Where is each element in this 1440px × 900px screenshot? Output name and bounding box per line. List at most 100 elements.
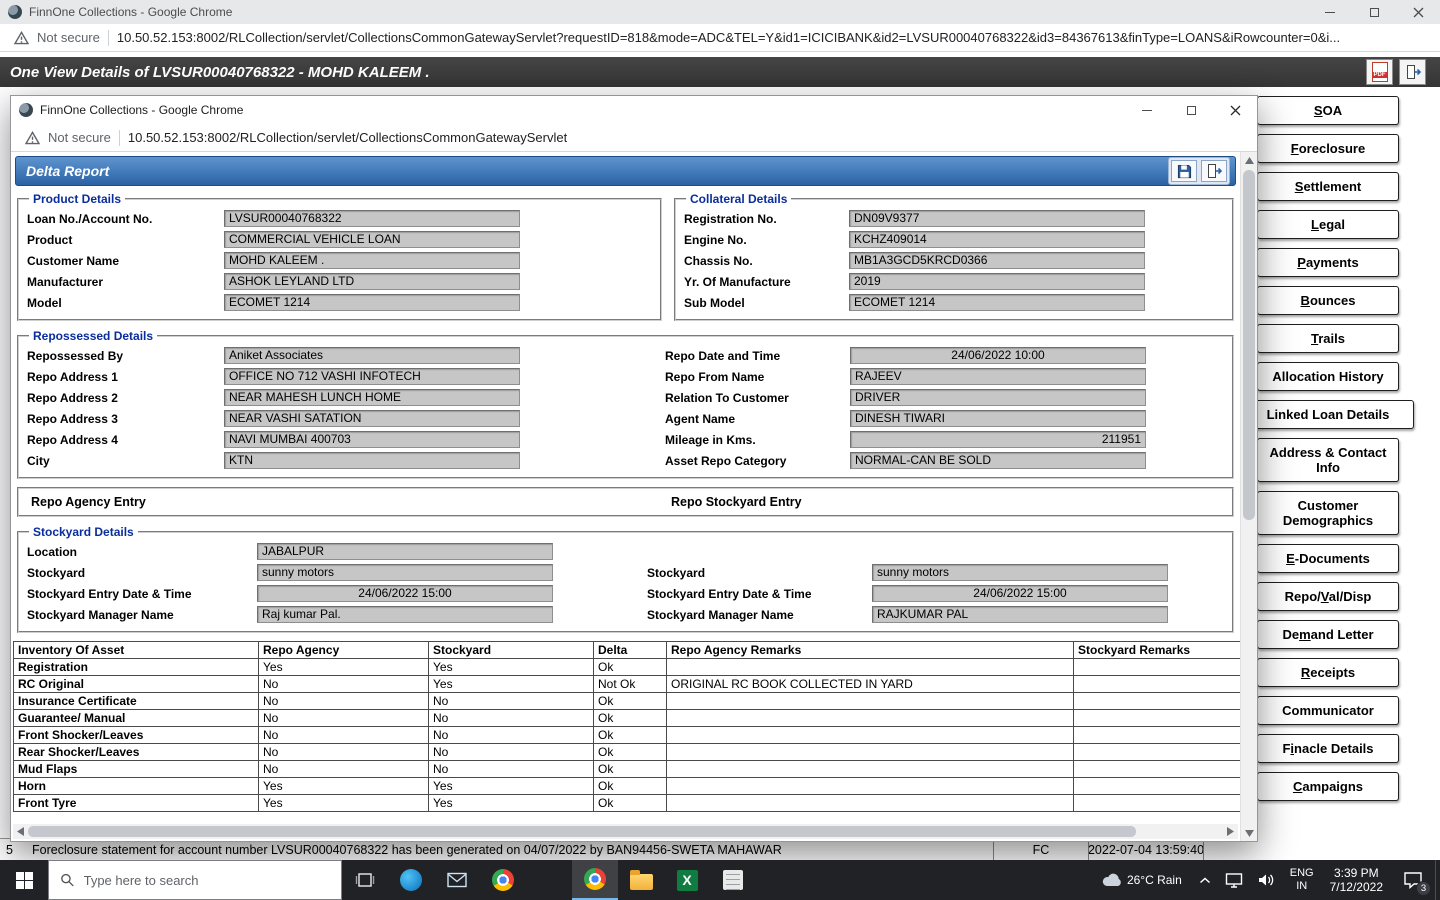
field-input: KCHZ409014: [849, 231, 1145, 248]
chrome-browser-button[interactable]: [480, 860, 526, 900]
edge-browser-button[interactable]: [388, 860, 434, 900]
side-button-menu: SOA Foreclosure Settlement Legal Payments Bou…: [1252, 96, 1404, 801]
field-row-sub-model: Sub ModelECOMET 1214: [684, 292, 1224, 313]
field-row-repo-address-2: Repo Address 2NEAR MAHESH LUNCH HOME: [27, 387, 665, 408]
side-button-e-documents[interactable]: E-Documents: [1257, 544, 1399, 573]
side-button-demand-letter[interactable]: Demand Letter: [1257, 620, 1399, 649]
volume-button[interactable]: [1250, 860, 1282, 900]
finnone-favicon-icon: [19, 103, 33, 117]
popup-window-controls: [1125, 96, 1257, 124]
vertical-scroll-thumb[interactable]: [1243, 170, 1255, 520]
side-button-allocation-history[interactable]: Allocation History: [1257, 362, 1399, 391]
side-button-foreclosure[interactable]: Foreclosure: [1257, 134, 1399, 163]
side-button-bounces[interactable]: Bounces: [1257, 286, 1399, 315]
weather-widget[interactable]: 26°C Rain: [1091, 860, 1192, 900]
stockyard-columns: LocationJABALPURStockyardsunny motorsSto…: [27, 541, 1224, 625]
close-button[interactable]: [1396, 0, 1440, 24]
scroll-right-arrow-icon[interactable]: [1223, 824, 1238, 839]
main-url-text: 10.50.52.153:8002/RLCollection/servlet/C…: [117, 30, 1340, 45]
side-button-address-contact-info[interactable]: Address & Contact Info: [1257, 438, 1399, 482]
field-input: DN09V9377: [849, 210, 1145, 227]
inventory-cell: Ok: [594, 778, 667, 795]
field-row-repo-from-name: Repo From NameRAJEEV: [665, 366, 1224, 387]
field-row-repossessed-by: Repossessed ByAniket Associates: [27, 345, 665, 366]
main-addressbar[interactable]: Not secure 10.50.52.153:8002/RLCollectio…: [0, 24, 1440, 52]
language-indicator[interactable]: ENG IN: [1282, 860, 1322, 900]
inventory-cell: No: [259, 710, 429, 727]
pdf-export-button[interactable]: [1366, 59, 1393, 85]
clock[interactable]: 3:39 PM 7/12/2022: [1322, 860, 1391, 900]
inventory-cell: Ok: [594, 693, 667, 710]
side-button-legal[interactable]: Legal: [1257, 210, 1399, 239]
minimize-icon: [1325, 12, 1335, 13]
start-button[interactable]: [0, 860, 48, 900]
side-button-campaigns[interactable]: Campaigns: [1257, 772, 1399, 801]
repossessed-left-rows: Repossessed ByAniket Associates Repo Addr…: [27, 345, 665, 471]
report-title: Delta Report: [26, 163, 109, 179]
scroll-down-arrow-icon[interactable]: [1241, 825, 1257, 841]
scroll-left-arrow-icon[interactable]: [13, 824, 28, 839]
maximize-button[interactable]: [1352, 0, 1396, 24]
network-status-button[interactable]: [1218, 860, 1250, 900]
side-button-trails[interactable]: Trails: [1257, 324, 1399, 353]
side-button-repo-val-disp[interactable]: Repo/Val/Disp: [1257, 582, 1399, 611]
search-input[interactable]: [84, 873, 330, 888]
exit-page-button[interactable]: [1399, 59, 1426, 85]
minimize-button[interactable]: [1308, 0, 1352, 24]
side-button-customer-demographics[interactable]: Customer Demographics: [1257, 491, 1399, 535]
side-button-receipts[interactable]: Receipts: [1257, 658, 1399, 687]
inventory-cell: Ok: [594, 761, 667, 778]
side-button-settlement[interactable]: Settlement: [1257, 172, 1399, 201]
side-button-finacle-details[interactable]: Finacle Details: [1257, 734, 1399, 763]
chrome-browser-active-button[interactable]: [572, 860, 618, 900]
field-input: 24/06/2022 10:00: [850, 347, 1146, 364]
popup-maximize-button[interactable]: [1169, 96, 1213, 124]
field-row-product: ProductCOMMERCIAL VEHICLE LOAN: [27, 229, 652, 250]
exit-report-button[interactable]: [1201, 160, 1227, 182]
side-button-soa[interactable]: SOA: [1257, 96, 1399, 125]
field-label: Repo Address 1: [27, 370, 224, 384]
hidden-icons-button[interactable]: [1192, 860, 1218, 900]
popup-close-button[interactable]: [1213, 96, 1257, 124]
popup-minimize-button[interactable]: [1125, 96, 1169, 124]
field-label: Repo Address 4: [27, 433, 224, 447]
field-input: NORMAL-CAN BE SOLD: [850, 452, 1146, 469]
field-label: Stockyard Manager Name: [647, 608, 872, 622]
field-label: Repo Address 2: [27, 391, 224, 405]
field-row-repo-address-3: Repo Address 3NEAR VASHI SATATION: [27, 408, 665, 429]
save-button[interactable]: [1171, 160, 1197, 182]
collateral-details-fieldset: Collateral Details Registration No.DN09V…: [674, 192, 1234, 321]
field-label: Customer Name: [27, 254, 224, 268]
excel-button[interactable]: [664, 860, 710, 900]
show-desktop-button[interactable]: [1435, 860, 1440, 900]
side-button-linked-loan-details[interactable]: Linked Loan Details: [1242, 400, 1414, 429]
notes-app-button[interactable]: [710, 860, 756, 900]
chevron-up-icon: [1199, 876, 1211, 884]
vertical-scrollbar[interactable]: [1240, 152, 1257, 841]
horizontal-scroll-thumb[interactable]: [28, 826, 1136, 837]
field-label: Asset Repo Category: [665, 454, 850, 468]
inventory-cell: Ok: [594, 710, 667, 727]
side-button-communicator[interactable]: Communicator: [1257, 696, 1399, 725]
inventory-cell: [1074, 744, 1241, 761]
field-row-asset-repo-category: Asset Repo CategoryNORMAL-CAN BE SOLD: [665, 450, 1224, 471]
inventory-cell: [667, 795, 1074, 812]
task-view-button[interactable]: [342, 860, 388, 900]
popup-titlebar: FinnOne Collections - Google Chrome: [11, 96, 1257, 124]
field-label: City: [27, 454, 224, 468]
side-button-payments[interactable]: Payments: [1257, 248, 1399, 277]
inventory-cell: [667, 744, 1074, 761]
horizontal-scrollbar[interactable]: [13, 824, 1238, 839]
edge-icon: [400, 869, 422, 891]
mail-app-button[interactable]: [434, 860, 480, 900]
maximize-icon: [1370, 8, 1379, 17]
field-row-agent-name: Agent NameDINESH TIWARI: [665, 408, 1224, 429]
action-center-button[interactable]: 3: [1391, 860, 1435, 900]
weather-text: 26°C Rain: [1127, 873, 1182, 887]
taskbar-search[interactable]: [48, 860, 342, 900]
file-explorer-button[interactable]: [618, 860, 664, 900]
popup-addressbar[interactable]: Not secure 10.50.52.153:8002/RLCollectio…: [11, 124, 1257, 152]
internet-explorer-button[interactable]: [526, 860, 572, 900]
pdf-icon: [1372, 62, 1388, 82]
scroll-up-arrow-icon[interactable]: [1241, 152, 1257, 168]
